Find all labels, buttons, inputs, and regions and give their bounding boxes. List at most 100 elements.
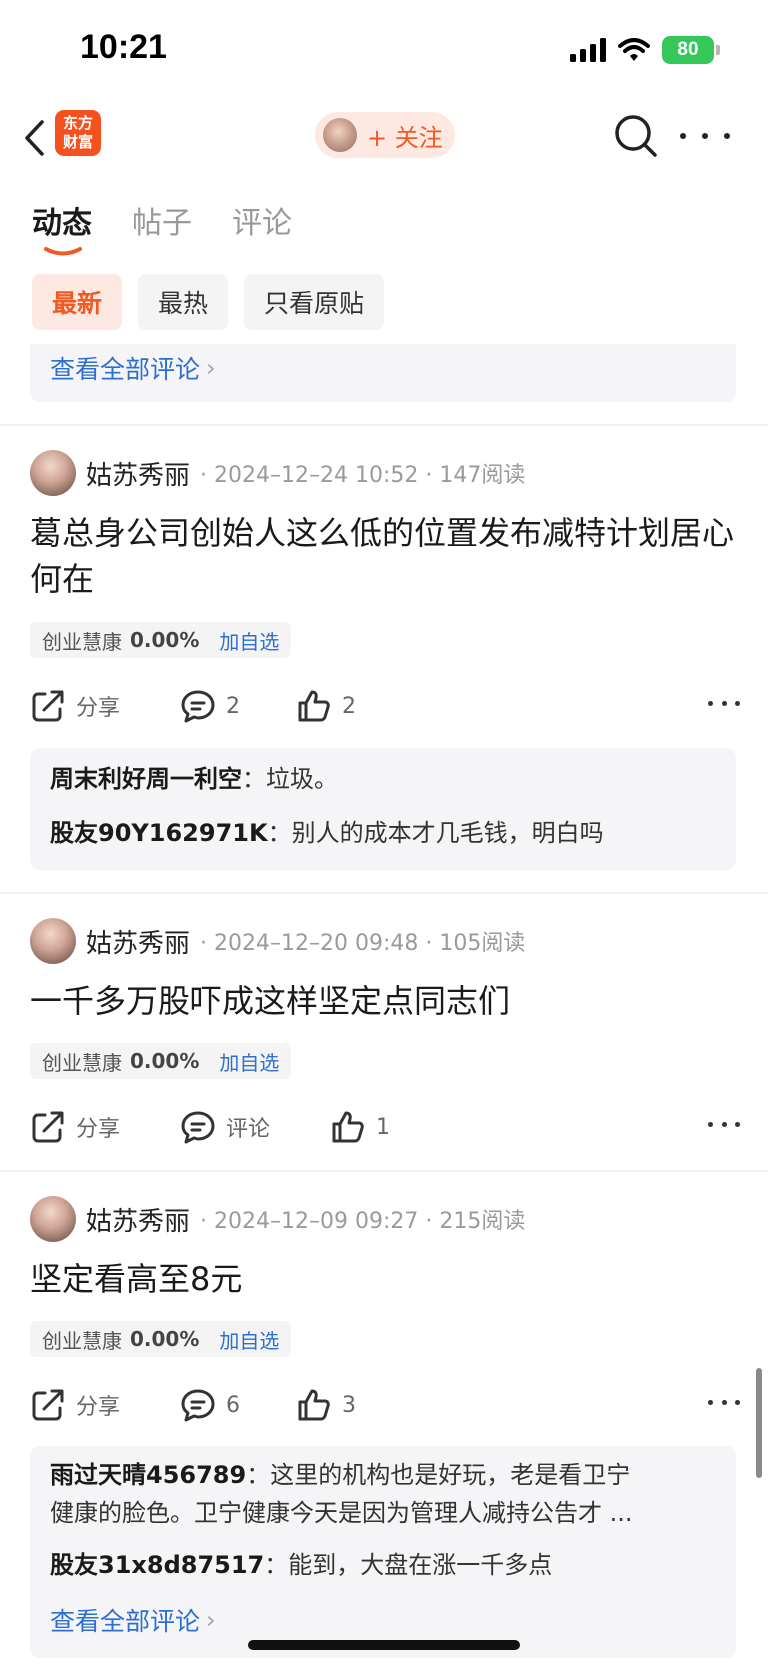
like-icon — [332, 1111, 364, 1143]
nav-bar: 东方 财富 + 关注 — [0, 100, 768, 180]
stock-tag[interactable]: 创业慧康 0.00% 加自选 — [30, 1321, 292, 1357]
share-icon — [32, 1389, 64, 1421]
comment-icon — [181, 690, 215, 723]
post-author[interactable]: 姑苏秀丽 — [86, 923, 190, 960]
more-icon[interactable] — [708, 1122, 740, 1132]
like-button[interactable]: 2 — [296, 681, 356, 731]
post-header: 姑苏秀丽 · 2024–12–24 10:52 · 147阅读 — [30, 448, 525, 498]
like-icon — [298, 690, 330, 722]
main-tabs: 动态 帖子 评论 — [32, 198, 292, 256]
back-chevron-icon — [25, 120, 44, 156]
stock-name: 创业慧康 — [42, 1328, 122, 1353]
home-indicator — [248, 1640, 520, 1650]
avatar[interactable] — [30, 1196, 76, 1242]
reply-item[interactable]: 股友90Y162971K：别人的成本才几毛钱，明白吗 — [50, 816, 716, 850]
post-meta: · 2024–12–24 10:52 · 147阅读 — [200, 463, 526, 488]
stock-name: 创业慧康 — [42, 629, 122, 654]
reply-user[interactable]: 股友31x8d87517 — [50, 1551, 264, 1579]
reply-text: 能到，大盘在涨一千多点 — [288, 1551, 553, 1579]
avatar[interactable] — [30, 450, 76, 496]
tab-dynamics[interactable]: 动态 — [32, 198, 92, 256]
comment-count: 评论 — [226, 1117, 271, 1142]
share-button[interactable]: 分享 — [30, 681, 120, 731]
tab-underline — [44, 247, 82, 256]
add-watchlist-link[interactable]: 加自选 — [219, 626, 279, 655]
comment-button[interactable]: 评论 — [180, 1102, 270, 1152]
follow-label: + 关注 — [367, 123, 443, 152]
comment-box: 雨过天晴456789：这里的机构也是好玩，老是看卫宁 健康的脸色。卫宁健康今天是… — [30, 1446, 736, 1658]
reply-user[interactable]: 周末利好周一利空 — [50, 765, 242, 793]
post-title[interactable]: 坚定看高至8元 — [30, 1256, 740, 1302]
tab-posts[interactable]: 帖子 — [132, 198, 192, 256]
reply-item[interactable]: 周末利好周一利空：垃圾。 — [50, 762, 716, 796]
comment-box: 周末利好周一利空：垃圾。 股友90Y162971K：别人的成本才几毛钱，明白吗 — [30, 748, 736, 870]
reply-item[interactable]: 雨过天晴456789：这里的机构也是好玩，老是看卫宁 — [50, 1458, 716, 1492]
share-label: 分享 — [76, 696, 121, 721]
reply-text-continued: 健康的脸色。卫宁健康今天是因为管理人减持公告才 ... — [50, 1499, 633, 1527]
post-author[interactable]: 姑苏秀丽 — [86, 455, 190, 492]
comment-icon — [181, 1389, 215, 1422]
share-icon — [32, 690, 64, 722]
post-header: 姑苏秀丽 · 2024–12–20 09:48 · 105阅读 — [30, 916, 525, 966]
post-author[interactable]: 姑苏秀丽 — [86, 1201, 190, 1238]
filter-hot[interactable]: 最热 — [138, 274, 229, 330]
dot — [721, 1400, 727, 1405]
like-button[interactable]: 3 — [296, 1380, 356, 1430]
tab-label: 帖子 — [132, 206, 192, 241]
comment-count: 2 — [226, 693, 240, 719]
filter-chips: 最新 最热 只看原贴 — [32, 274, 385, 330]
share-label: 分享 — [76, 1117, 121, 1142]
reply-text: 别人的成本才几毛钱，明白吗 — [291, 819, 604, 847]
logo-line-1: 东方 — [62, 114, 93, 132]
comment-button[interactable]: 2 — [180, 681, 240, 731]
share-button[interactable]: 分享 — [30, 1380, 120, 1430]
filter-latest[interactable]: 最新 — [32, 274, 123, 330]
stock-tag[interactable]: 创业慧康 0.00% 加自选 — [30, 622, 292, 658]
logo-icon[interactable]: 东方 财富 — [55, 110, 101, 156]
post-actions: 分享 6 3 — [30, 1380, 740, 1430]
post-title[interactable]: 一千多万股吓成这样坚定点同志们 — [30, 978, 740, 1024]
stock-name: 创业慧康 — [42, 1050, 122, 1075]
divider — [0, 1170, 768, 1172]
view-all-comments-link[interactable]: 查看全部评论 › — [50, 350, 216, 386]
wifi-icon — [618, 38, 650, 61]
search-button[interactable] — [612, 112, 660, 160]
dot — [724, 133, 730, 139]
comment-button[interactable]: 6 — [180, 1380, 240, 1430]
avatar[interactable] — [30, 918, 76, 964]
view-all-comments-link[interactable]: 查看全部评论 › — [50, 1602, 216, 1638]
more-icon[interactable] — [680, 122, 730, 150]
battery-indicator: 80 — [662, 36, 720, 64]
more-icon[interactable] — [708, 701, 740, 711]
scrollbar[interactable] — [756, 1368, 762, 1478]
stock-change: 0.00% — [130, 1327, 200, 1351]
stock-change: 0.00% — [130, 1049, 200, 1073]
battery-cap — [716, 45, 720, 55]
follow-button[interactable]: + 关注 — [315, 112, 455, 158]
reply-item[interactable]: 股友31x8d87517：能到，大盘在涨一千多点 — [50, 1548, 716, 1582]
status-time: 10:21 — [80, 28, 167, 66]
dot — [702, 133, 708, 139]
battery-level: 80 — [662, 36, 714, 64]
more-icon[interactable] — [708, 1400, 740, 1410]
reply-separator: ： — [242, 765, 266, 793]
add-watchlist-link[interactable]: 加自选 — [219, 1047, 279, 1076]
post-title[interactable]: 葛总身公司创始人这么低的位置发布减特计划居心何在 — [30, 510, 740, 602]
back-button[interactable] — [14, 110, 54, 166]
share-label: 分享 — [76, 1395, 121, 1420]
tab-label: 动态 — [32, 206, 92, 241]
post-header: 姑苏秀丽 · 2024–12–09 09:27 · 215阅读 — [30, 1194, 525, 1244]
add-watchlist-link[interactable]: 加自选 — [219, 1325, 279, 1354]
share-button[interactable]: 分享 — [30, 1102, 120, 1152]
post-actions: 分享 2 2 — [30, 681, 740, 731]
page: 10:21 80 东方 财富 + 关注 动态 帖子 评论 最新 最热 只看原贴 … — [0, 0, 768, 1663]
filter-original-only[interactable]: 只看原贴 — [244, 274, 385, 330]
reply-text: 垃圾。 — [266, 765, 338, 793]
reply-user[interactable]: 雨过天晴456789 — [50, 1461, 246, 1489]
reply-user[interactable]: 股友90Y162971K — [50, 819, 268, 847]
chevron-right-icon: › — [206, 354, 216, 382]
like-button[interactable]: 1 — [330, 1102, 390, 1152]
stock-tag[interactable]: 创业慧康 0.00% 加自选 — [30, 1043, 292, 1079]
tab-comments[interactable]: 评论 — [232, 198, 292, 256]
comment-count: 6 — [226, 1392, 240, 1418]
